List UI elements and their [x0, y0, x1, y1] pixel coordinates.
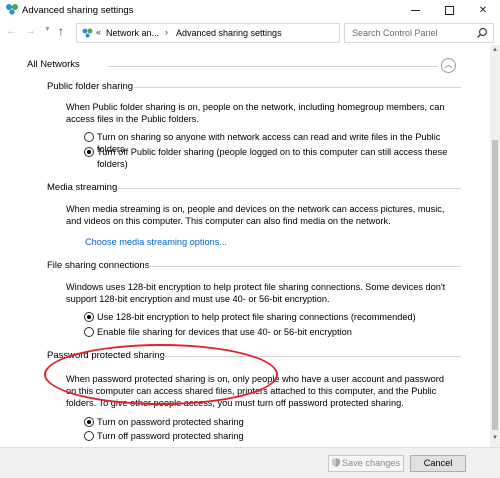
close-icon: ✕: [478, 5, 488, 16]
radio-button[interactable]: [84, 431, 94, 441]
up-arrow-icon[interactable]: ↑: [58, 24, 64, 38]
scroll-down-icon[interactable]: ▼: [490, 435, 500, 445]
public-folder-off-option[interactable]: Turn off Public folder sharing (people l…: [84, 146, 465, 170]
option-label[interactable]: Use 128-bit encryption to help protect f…: [85, 311, 465, 323]
option-label[interactable]: Turn off password protected sharing: [85, 430, 465, 442]
option-label[interactable]: Turn on password protected sharing: [85, 416, 465, 428]
network-icon: [6, 4, 18, 15]
cancel-button[interactable]: Cancel: [410, 455, 466, 472]
scrollbar-thumb[interactable]: [492, 140, 498, 430]
section-title-public-folder: Public folder sharing: [47, 81, 134, 92]
back-arrow-icon[interactable]: ←: [6, 25, 17, 37]
breadcrumb-network[interactable]: Network an...: [106, 28, 159, 38]
public-folder-description: When Public folder sharing is on, people…: [66, 102, 445, 124]
window-title: Advanced sharing settings: [22, 5, 134, 16]
save-changes-label: Save changes: [341, 458, 401, 468]
breadcrumb-separator[interactable]: ›: [165, 27, 168, 37]
media-streaming-options-link[interactable]: Choose media streaming options...: [85, 237, 227, 247]
cancel-label: Cancel: [423, 458, 453, 468]
close-button[interactable]: ✕: [466, 0, 500, 21]
search-icon: [477, 27, 488, 38]
maximize-button[interactable]: [432, 0, 466, 21]
section-title-media-streaming: Media streaming: [47, 182, 118, 193]
address-bar[interactable]: « Network an... › Advanced sharing setti…: [76, 23, 411, 43]
maximize-icon: [444, 6, 454, 15]
scroll-up-icon[interactable]: ▲: [490, 47, 500, 57]
save-changes-button[interactable]: Save changes: [328, 455, 404, 472]
control-panel-icon: [82, 28, 93, 38]
option-label[interactable]: Enable file sharing for devices that use…: [85, 326, 465, 338]
divider: [108, 66, 438, 67]
minimize-icon: [410, 10, 420, 11]
section-title-file-sharing: File sharing connections: [47, 260, 150, 271]
overflow-chevron[interactable]: «: [96, 27, 101, 37]
encryption-40-56-option[interactable]: Enable file sharing for devices that use…: [84, 326, 465, 338]
option-label[interactable]: Turn off Public folder sharing (people l…: [85, 146, 465, 170]
search-box[interactable]: Search Control Panel: [344, 23, 494, 43]
radio-button[interactable]: [84, 132, 94, 142]
radio-button-selected[interactable]: [84, 147, 94, 157]
encryption-128-option[interactable]: Use 128-bit encryption to help protect f…: [84, 311, 465, 323]
forward-arrow-icon[interactable]: →: [25, 25, 36, 37]
navigation-bar: ← → ▼ ↑ « Network an... › Advanced shari…: [0, 21, 500, 45]
breadcrumb-advanced-sharing[interactable]: Advanced sharing settings: [176, 28, 282, 38]
search-placeholder: Search Control Panel: [352, 28, 438, 38]
media-streaming-description: When media streaming is on, people and d…: [66, 204, 445, 226]
vertical-scrollbar[interactable]: ▲ ▼: [490, 45, 500, 447]
title-bar: Advanced sharing settings ✕: [0, 0, 500, 21]
divider: [118, 188, 461, 189]
shield-icon: [331, 458, 340, 467]
radio-button[interactable]: [84, 327, 94, 337]
divider: [134, 87, 461, 88]
recent-locations-chevron-icon[interactable]: ▼: [44, 26, 51, 33]
button-bar: Save changes Cancel: [0, 447, 500, 478]
divider: [148, 266, 461, 267]
collapse-chevron-icon[interactable]: ︿: [441, 58, 456, 73]
radio-button-selected[interactable]: [84, 417, 94, 427]
network-profile-header: All Networks: [27, 59, 80, 70]
file-sharing-description: Windows uses 128-bit encryption to help …: [66, 282, 446, 304]
minimize-button[interactable]: [398, 0, 432, 21]
highlight-annotation-ellipse: [44, 344, 278, 405]
radio-button-selected[interactable]: [84, 312, 94, 322]
password-off-option[interactable]: Turn off password protected sharing: [84, 430, 465, 442]
password-on-option[interactable]: Turn on password protected sharing: [84, 416, 465, 428]
